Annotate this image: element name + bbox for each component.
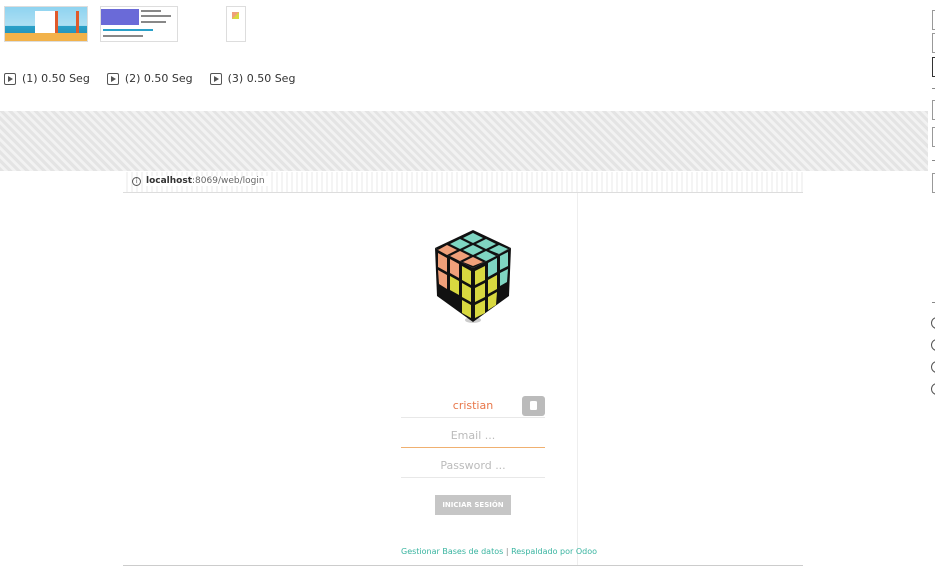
frame-3-play[interactable]: (3) 0.50 Seg [209, 72, 296, 85]
footer-separator: | [505, 547, 509, 556]
frame-1-play[interactable]: (1) 0.50 Seg [4, 72, 90, 85]
email-field[interactable]: Email ... [401, 425, 545, 448]
radio-icon[interactable] [931, 361, 935, 373]
side-toolbar [928, 0, 935, 567]
url-host: localhost [146, 176, 193, 186]
frame-thumbnail-2[interactable] [100, 6, 178, 42]
frame-3-label: (3) 0.50 Seg [227, 72, 296, 85]
login-button[interactable]: INICIAR SESIÓN [435, 495, 511, 515]
transparent-background [0, 111, 928, 171]
url-text: localhost:8069/web/login [146, 176, 269, 186]
radio-icon[interactable] [931, 339, 935, 351]
page-bottom-border [123, 565, 803, 566]
login-footer: Gestionar Bases de datos | Respaldado po… [401, 547, 597, 556]
powered-by-link[interactable]: Respaldado por Odoo [511, 547, 597, 556]
manage-databases-link[interactable]: Gestionar Bases de datos [401, 547, 503, 556]
frame-2-play[interactable]: (2) 0.50 Seg [106, 72, 193, 85]
frame-thumbnail-1[interactable] [4, 6, 88, 42]
select-database-button[interactable] [522, 396, 545, 416]
database-icon [530, 401, 537, 410]
radio-icon[interactable] [931, 317, 935, 329]
play-icon [106, 72, 119, 85]
frame-2-label: (2) 0.50 Seg [124, 72, 193, 85]
play-icon [209, 72, 222, 85]
password-field[interactable]: Password ... [401, 455, 545, 478]
frame-1-label: (1) 0.50 Seg [22, 72, 90, 85]
play-icon [4, 72, 16, 85]
info-icon[interactable]: i [132, 177, 141, 186]
address-bar[interactable]: i localhost:8069/web/login [123, 172, 803, 193]
radio-icon[interactable] [931, 383, 935, 395]
frame-controls: (1) 0.50 Seg (2) 0.50 Seg (3) 0.50 Seg [4, 72, 312, 85]
rubiks-cube-logo [435, 230, 511, 323]
url-path: :8069/web/login [192, 176, 265, 186]
frame-thumbnail-3[interactable] [226, 6, 246, 42]
